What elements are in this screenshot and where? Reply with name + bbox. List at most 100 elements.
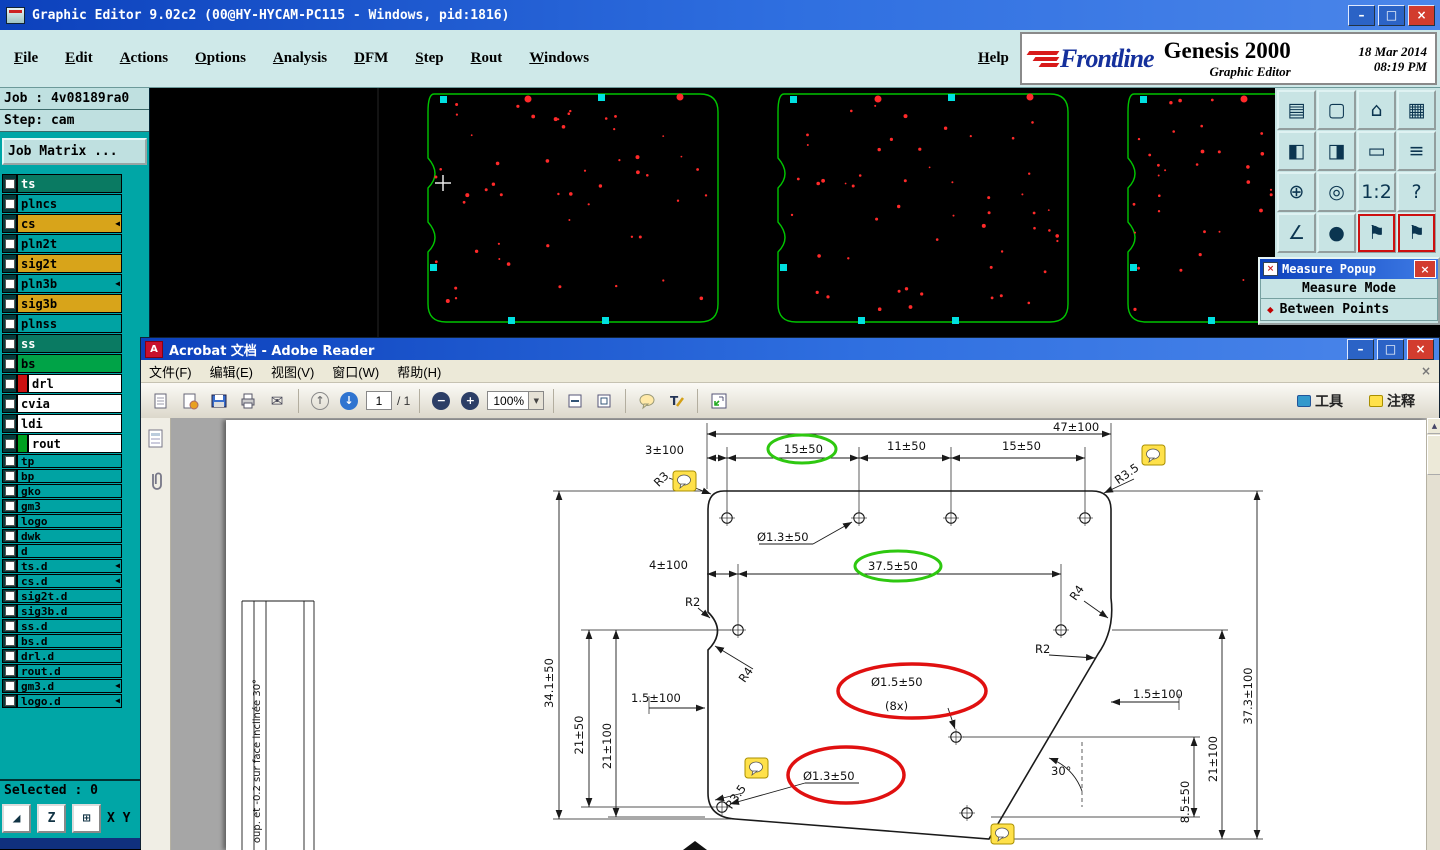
layer-name[interactable]: pln2t ◀ [17, 234, 122, 253]
layer-visibility-checkbox[interactable] [2, 174, 17, 193]
scroll-up-arrow[interactable]: ▲ [1427, 418, 1440, 434]
zoom-out-button[interactable]: − [429, 388, 453, 414]
fullscreen-button[interactable] [707, 388, 731, 414]
next-page-button[interactable]: ↓ [337, 388, 361, 414]
layer-row[interactable]: ldi ◀ [2, 414, 122, 433]
layer-name[interactable]: gm3.d ◀ [17, 679, 122, 693]
layer-row[interactable]: tp ◀ [2, 454, 122, 468]
xy-tool-button[interactable]: Z [37, 804, 66, 833]
menu-item[interactable]: Edit [65, 50, 93, 67]
layer-visibility-checkbox[interactable] [2, 664, 17, 678]
sticky-note-button[interactable] [635, 388, 659, 414]
layer-name[interactable]: drl.d ◀ [17, 649, 122, 663]
layer-row[interactable]: ss ◀ [2, 334, 122, 353]
adobe-document-area[interactable]: 47±100 3±100 15±50 11±50 15±50 Ø1.3±50 4… [171, 418, 1426, 850]
layer-name[interactable]: rout ◀ [28, 434, 122, 453]
page-thumbnails-button[interactable] [144, 426, 168, 454]
layer-visibility-checkbox[interactable] [2, 214, 17, 233]
layer-row[interactable]: pln2t ◀ [2, 234, 122, 253]
layer-name[interactable]: sig3b.d ◀ [17, 604, 122, 618]
layer-name[interactable]: tp ◀ [17, 454, 122, 468]
toolbar-button[interactable]: ▤ [1277, 90, 1316, 130]
layer-name[interactable]: ss.d ◀ [17, 619, 122, 633]
toolbar-button[interactable]: 1:2 [1357, 172, 1396, 212]
layer-name[interactable]: ss ◀ [17, 334, 122, 353]
layer-row[interactable]: rout ◀ [2, 434, 122, 453]
menu-item[interactable]: 文件(F) [149, 362, 192, 381]
toolbar-button[interactable]: ⚑ [1397, 213, 1436, 253]
measure-mode-row[interactable]: ◆ Between Points [1260, 299, 1438, 321]
email-button[interactable]: ✉ [265, 388, 289, 414]
menu-item-help[interactable]: Help [978, 50, 1009, 67]
toolbar-button[interactable]: ⚑ [1357, 213, 1396, 253]
save-button[interactable] [207, 388, 231, 414]
layer-name[interactable]: cs ◀ [17, 214, 122, 233]
layer-visibility-checkbox[interactable] [2, 544, 17, 558]
menu-item[interactable]: Analysis [273, 50, 327, 67]
layer-name[interactable]: cvia ◀ [17, 394, 122, 413]
layer-visibility-checkbox[interactable] [2, 484, 17, 498]
toolbar-button[interactable]: ∠ [1277, 213, 1316, 253]
layer-visibility-checkbox[interactable] [2, 529, 17, 543]
layer-name[interactable]: ts ◀ [17, 174, 122, 193]
layer-row[interactable]: drl ◀ [2, 374, 122, 393]
window-control-button[interactable]: □ [1377, 338, 1404, 360]
layer-row[interactable]: dwk ◀ [2, 529, 122, 543]
layer-visibility-checkbox[interactable] [2, 514, 17, 528]
layer-name[interactable]: rout.d ◀ [17, 664, 122, 678]
toolbar-button[interactable]: ▦ [1397, 90, 1436, 130]
toolbar-button[interactable]: ≡ [1397, 131, 1436, 171]
menu-item[interactable]: DFM [354, 50, 388, 67]
layer-row[interactable]: pln3b ◀ [2, 274, 122, 293]
print-button[interactable] [236, 388, 260, 414]
menu-item[interactable]: 视图(V) [271, 362, 314, 381]
measure-popup-close-button[interactable]: × [1414, 260, 1436, 278]
layer-visibility-checkbox[interactable] [2, 634, 17, 648]
layer-name[interactable]: gm3 ◀ [17, 499, 122, 513]
window-control-button[interactable]: □ [1378, 4, 1405, 26]
layer-visibility-checkbox[interactable] [2, 194, 17, 213]
toolbar-button[interactable]: ▢ [1317, 90, 1356, 130]
window-control-button[interactable]: × [1407, 338, 1434, 360]
comment-annotation-icon[interactable] [1141, 444, 1166, 466]
layer-visibility-checkbox[interactable] [2, 679, 17, 693]
layer-row[interactable]: gko ◀ [2, 484, 122, 498]
layer-name[interactable]: drl ◀ [28, 374, 122, 393]
layer-row[interactable]: bp ◀ [2, 469, 122, 483]
layer-visibility-checkbox[interactable] [2, 374, 17, 393]
toolbar-button[interactable]: ⌂ [1357, 90, 1396, 130]
scrollbar-thumb[interactable] [1427, 435, 1440, 475]
layer-row[interactable]: ts ◀ [2, 174, 122, 193]
toolbar-button[interactable]: ◧ [1277, 131, 1316, 171]
layer-row[interactable]: sig3b.d ◀ [2, 604, 122, 618]
layer-visibility-checkbox[interactable] [2, 354, 17, 373]
layer-row[interactable]: drl.d ◀ [2, 649, 122, 663]
layer-row[interactable]: d ◀ [2, 544, 122, 558]
toolbar-button[interactable]: ? [1397, 172, 1436, 212]
layer-row[interactable]: rout.d ◀ [2, 664, 122, 678]
layer-visibility-checkbox[interactable] [2, 589, 17, 603]
layer-visibility-checkbox[interactable] [2, 559, 17, 573]
highlight-text-button[interactable]: T [664, 388, 688, 414]
tools-panel-button[interactable]: 工具 [1297, 391, 1343, 411]
layer-row[interactable]: ts.d ◀ [2, 559, 122, 573]
layer-visibility-checkbox[interactable] [2, 619, 17, 633]
layer-name[interactable]: sig2t ◀ [17, 254, 122, 273]
layer-name[interactable]: logo.d ◀ [17, 694, 122, 708]
layer-row[interactable]: plnss ◀ [2, 314, 122, 333]
toolbar-button[interactable]: ◨ [1317, 131, 1356, 171]
layer-visibility-checkbox[interactable] [2, 414, 17, 433]
window-control-button[interactable]: – [1348, 4, 1375, 26]
layer-row[interactable]: cs ◀ [2, 214, 122, 233]
layer-name[interactable]: bs.d ◀ [17, 634, 122, 648]
layer-visibility-checkbox[interactable] [2, 454, 17, 468]
menu-item[interactable]: 编辑(E) [210, 362, 253, 381]
toolbar-button[interactable]: ◎ [1317, 172, 1356, 212]
layer-visibility-checkbox[interactable] [2, 334, 17, 353]
xy-tool-button[interactable]: ⊞ [72, 804, 101, 833]
layer-visibility-checkbox[interactable] [2, 234, 17, 253]
window-control-button[interactable]: – [1347, 338, 1374, 360]
layer-name[interactable]: d ◀ [17, 544, 122, 558]
layer-visibility-checkbox[interactable] [2, 649, 17, 663]
window-control-button[interactable]: × [1408, 4, 1435, 26]
